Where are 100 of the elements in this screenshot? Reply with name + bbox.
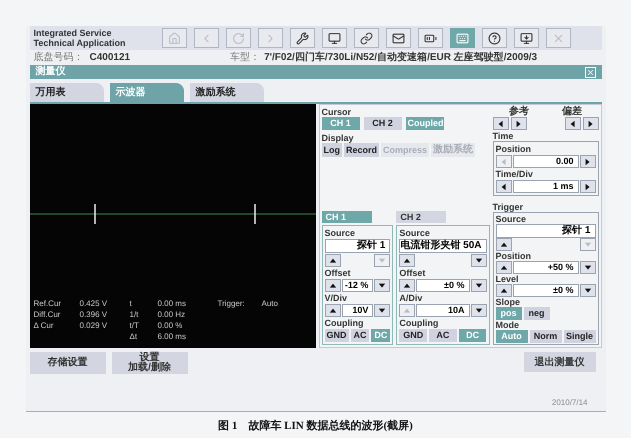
field-label: Position bbox=[496, 251, 532, 261]
field-label: Source bbox=[496, 214, 528, 224]
right-arrow-button[interactable] bbox=[582, 117, 598, 130]
toggle-button[interactable]: AC bbox=[429, 329, 457, 342]
down-arrow-button[interactable] bbox=[374, 304, 390, 317]
field-label: Source bbox=[399, 228, 431, 238]
up-triangle-icon bbox=[328, 306, 336, 314]
link-icon bbox=[360, 32, 372, 44]
right-triangle-icon bbox=[584, 158, 592, 166]
tab[interactable]: 万用表 bbox=[30, 83, 104, 102]
up-arrow-button[interactable] bbox=[399, 254, 416, 267]
value-field[interactable]: 0.00 bbox=[512, 155, 578, 168]
app-title: Integrated Service bbox=[34, 28, 113, 38]
up-triangle-icon bbox=[500, 240, 508, 248]
up-arrow-button[interactable] bbox=[324, 279, 340, 292]
down-triangle-icon bbox=[378, 256, 386, 264]
keyboard-icon bbox=[456, 32, 468, 44]
down-triangle-icon bbox=[584, 264, 592, 272]
up-arrow-button[interactable] bbox=[496, 238, 512, 251]
channel-tab[interactable]: CH 2 bbox=[396, 211, 446, 223]
left-triangle-icon bbox=[496, 120, 504, 128]
toolbar-button[interactable] bbox=[418, 28, 442, 48]
tab[interactable]: 激励系统 bbox=[190, 83, 264, 102]
help-icon bbox=[488, 32, 500, 44]
up-arrow-button[interactable] bbox=[324, 304, 340, 317]
value-field[interactable]: ±0 % bbox=[416, 279, 470, 292]
field-label: Trigger bbox=[492, 202, 524, 212]
toolbar-button[interactable] bbox=[482, 28, 506, 48]
right-triangle-icon bbox=[584, 182, 592, 190]
field-label: Time/Div bbox=[496, 169, 534, 179]
field-label: Level bbox=[496, 274, 520, 284]
chassis-label: 底盘号码： bbox=[34, 50, 84, 65]
down-arrow-button[interactable] bbox=[580, 261, 596, 274]
up-arrow-button[interactable] bbox=[324, 254, 340, 267]
right-arrow-button[interactable] bbox=[580, 180, 596, 193]
down-triangle-icon bbox=[378, 282, 386, 290]
left-arrow-button[interactable] bbox=[492, 117, 508, 130]
display-button[interactable]: Log bbox=[322, 143, 342, 157]
down-triangle-icon bbox=[584, 240, 592, 248]
down-arrow-button[interactable] bbox=[580, 284, 596, 297]
vehicle-model: 7'/F02/四门车/730Li/N52/自动变速箱/EUR 左座驾驶型/2009/3 bbox=[264, 50, 538, 65]
readout-value: 0.425 V bbox=[80, 298, 108, 310]
close-icon[interactable] bbox=[584, 66, 596, 78]
source-field[interactable]: 探针 1 bbox=[324, 239, 390, 253]
toggle-button[interactable]: neg bbox=[524, 307, 550, 320]
down-arrow-button[interactable] bbox=[470, 254, 486, 267]
toggle-button[interactable]: GND bbox=[399, 329, 428, 342]
monitor-icon bbox=[328, 32, 340, 44]
settings-button[interactable]: 存储设置 bbox=[30, 352, 106, 374]
left-triangle-icon bbox=[568, 120, 576, 128]
toolbar-button[interactable] bbox=[354, 28, 378, 48]
value-field[interactable]: +50 % bbox=[512, 261, 578, 274]
down-triangle-icon bbox=[474, 282, 482, 290]
field-label: Coupling bbox=[324, 318, 364, 328]
left-triangle-icon bbox=[500, 182, 508, 190]
toolbar-button[interactable] bbox=[322, 28, 346, 48]
field-label: 偏差 bbox=[562, 107, 582, 117]
home-icon bbox=[168, 32, 180, 44]
readout-param-value: 0.00 Hz bbox=[158, 308, 186, 320]
close-icon bbox=[552, 32, 564, 44]
settings-button[interactable]: 设置 加载/删除 bbox=[112, 352, 188, 374]
toolbar-button[interactable] bbox=[514, 28, 538, 48]
left-arrow-button[interactable] bbox=[496, 180, 512, 193]
value-field[interactable]: 10V bbox=[342, 304, 374, 317]
toggle-button[interactable]: AC bbox=[350, 329, 370, 342]
up-triangle-icon bbox=[403, 282, 412, 290]
toggle-button[interactable]: GND bbox=[324, 329, 348, 342]
source-field[interactable]: 探针 1 bbox=[496, 224, 596, 238]
source-field[interactable]: 电流钳形夹钳 50A bbox=[399, 239, 486, 253]
right-triangle-icon bbox=[586, 120, 594, 128]
down-arrow-button[interactable] bbox=[470, 279, 486, 292]
date-label: 2010/7/14 bbox=[552, 397, 588, 409]
readout-param: Δt bbox=[130, 330, 138, 342]
down-triangle-icon bbox=[474, 256, 482, 264]
display-button[interactable]: Record bbox=[344, 143, 380, 157]
exit-button[interactable]: 退出测量仪 bbox=[524, 352, 596, 372]
up-arrow-button[interactable] bbox=[496, 261, 512, 274]
toggle-button[interactable]: CH 2 bbox=[364, 117, 402, 130]
down-arrow-button[interactable] bbox=[470, 304, 486, 317]
toggle-button[interactable]: Single bbox=[564, 330, 596, 343]
down-arrow-button[interactable] bbox=[374, 279, 390, 292]
readout-param: t bbox=[130, 298, 133, 310]
right-arrow-button[interactable] bbox=[510, 117, 526, 130]
panel-title: 测量仪 bbox=[36, 66, 66, 78]
up-triangle-icon bbox=[328, 256, 336, 264]
value-field[interactable]: 10A bbox=[416, 304, 470, 317]
value-field[interactable]: -12 % bbox=[342, 279, 374, 292]
readout-value: 0.396 V bbox=[80, 308, 108, 320]
up-arrow-button[interactable] bbox=[399, 279, 416, 292]
right-arrow-button[interactable] bbox=[580, 155, 596, 168]
value-field[interactable]: 1 ms bbox=[512, 180, 578, 193]
toolbar-button[interactable] bbox=[386, 28, 410, 48]
up-arrow-button[interactable] bbox=[496, 284, 512, 297]
field-label: Coupling bbox=[399, 318, 440, 328]
left-arrow-button[interactable] bbox=[564, 117, 580, 130]
field-label: A/Div bbox=[399, 293, 424, 303]
toolbar-button[interactable] bbox=[290, 28, 314, 48]
field-label: Source bbox=[324, 228, 356, 238]
value-field[interactable]: ±0 % bbox=[512, 284, 578, 297]
toggle-button[interactable]: Norm bbox=[530, 330, 562, 343]
